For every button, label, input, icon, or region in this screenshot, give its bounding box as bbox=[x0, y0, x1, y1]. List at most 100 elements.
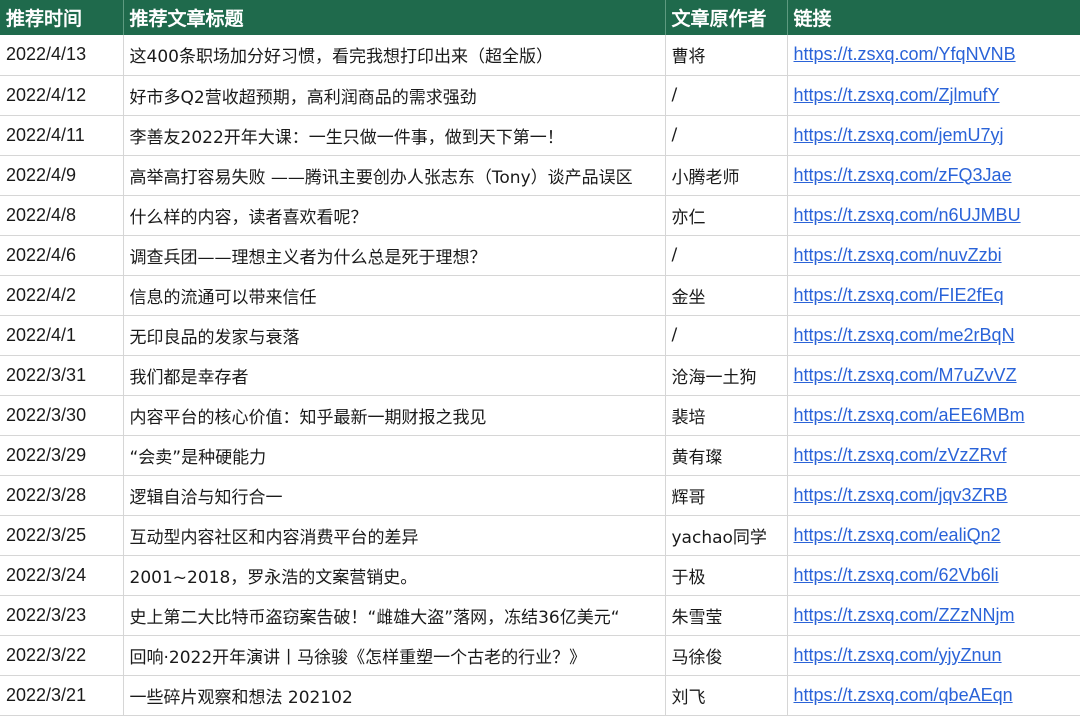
article-link[interactable]: https://t.zsxq.com/ZZzNNjm bbox=[794, 605, 1015, 625]
cell-link[interactable]: https://t.zsxq.com/M7uZvVZ bbox=[787, 355, 1080, 396]
article-link[interactable]: https://t.zsxq.com/jqv3ZRB bbox=[794, 485, 1008, 505]
cell-link[interactable]: https://t.zsxq.com/zFQ3Jae bbox=[787, 155, 1080, 196]
cell-author[interactable]: 沧海一土狗 bbox=[665, 355, 788, 396]
article-link[interactable]: https://t.zsxq.com/YfqNVNB bbox=[794, 44, 1016, 64]
cell-date[interactable]: 2022/3/25 bbox=[0, 515, 124, 556]
cell-link[interactable]: https://t.zsxq.com/FIE2fEq bbox=[787, 275, 1080, 316]
cell-title[interactable]: 2001~2018，罗永浩的文案营销史。 bbox=[123, 555, 666, 596]
cell-author[interactable]: / bbox=[665, 115, 788, 156]
cell-link[interactable]: https://t.zsxq.com/jemU7yj bbox=[787, 115, 1080, 156]
cell-title[interactable]: 互动型内容社区和内容消费平台的差异 bbox=[123, 515, 666, 556]
table-row: 2022/3/28 逻辑自洽与知行合一 辉哥 https://t.zsxq.com/j… bbox=[0, 475, 1080, 516]
table-row: 2022/3/30 内容平台的核心价值：知乎最新一期财报之我见 裴培 https://… bbox=[0, 395, 1080, 436]
cell-author[interactable]: 朱雪莹 bbox=[665, 595, 788, 636]
column-header-title[interactable]: 推荐文章标题 bbox=[123, 0, 666, 35]
cell-title[interactable]: 一些碎片观察和想法 202102 bbox=[123, 675, 666, 716]
cell-author[interactable]: / bbox=[665, 315, 788, 356]
table-row: 2022/4/12 好市多Q2营收超预期，高利润商品的需求强劲 / https://t… bbox=[0, 75, 1080, 116]
cell-link[interactable]: https://t.zsxq.com/ZjlmufY bbox=[787, 75, 1080, 116]
cell-date[interactable]: 2022/4/11 bbox=[0, 115, 124, 156]
cell-author[interactable]: 黄有璨 bbox=[665, 435, 788, 476]
cell-link[interactable]: https://t.zsxq.com/zVzZRvf bbox=[787, 435, 1080, 476]
cell-title[interactable]: 回响·2022开年演讲丨马徐骏《怎样重塑一个古老的行业？》 bbox=[123, 635, 666, 676]
cell-title[interactable]: 调查兵团——理想主义者为什么总是死于理想？ bbox=[123, 235, 666, 276]
column-header-link[interactable]: 链接 bbox=[787, 0, 1080, 35]
article-link[interactable]: https://t.zsxq.com/M7uZvVZ bbox=[794, 365, 1017, 385]
cell-link[interactable]: https://t.zsxq.com/n6UJMBU bbox=[787, 195, 1080, 236]
cell-date[interactable]: 2022/3/31 bbox=[0, 355, 124, 396]
cell-date[interactable]: 2022/3/21 bbox=[0, 675, 124, 716]
table-row: 2022/3/23 史上第二大比特币盗窃案告破！“雌雄大盗”落网，冻结36亿美元“… bbox=[0, 595, 1080, 636]
cell-date[interactable]: 2022/3/23 bbox=[0, 595, 124, 636]
cell-date[interactable]: 2022/3/24 bbox=[0, 555, 124, 596]
cell-date[interactable]: 2022/3/30 bbox=[0, 395, 124, 436]
cell-link[interactable]: https://t.zsxq.com/nuvZzbi bbox=[787, 235, 1080, 276]
cell-date[interactable]: 2022/3/29 bbox=[0, 435, 124, 476]
cell-author[interactable]: 裴培 bbox=[665, 395, 788, 436]
article-link[interactable]: https://t.zsxq.com/me2rBqN bbox=[794, 325, 1015, 345]
cell-title[interactable]: 史上第二大比特币盗窃案告破！“雌雄大盗”落网，冻结36亿美元“ bbox=[123, 595, 666, 636]
cell-date[interactable]: 2022/4/2 bbox=[0, 275, 124, 316]
cell-link[interactable]: https://t.zsxq.com/62Vb6li bbox=[787, 555, 1080, 596]
article-link[interactable]: https://t.zsxq.com/zVzZRvf bbox=[794, 445, 1007, 465]
cell-link[interactable]: https://t.zsxq.com/me2rBqN bbox=[787, 315, 1080, 356]
cell-link[interactable]: https://t.zsxq.com/ZZzNNjm bbox=[787, 595, 1080, 636]
cell-title[interactable]: 李善友2022开年大课：一生只做一件事，做到天下第一！ bbox=[123, 115, 666, 156]
cell-author[interactable]: 亦仁 bbox=[665, 195, 788, 236]
cell-title[interactable]: 逻辑自洽与知行合一 bbox=[123, 475, 666, 516]
cell-author[interactable]: 辉哥 bbox=[665, 475, 788, 516]
cell-date[interactable]: 2022/4/13 bbox=[0, 35, 124, 76]
cell-author[interactable]: / bbox=[665, 75, 788, 116]
cell-title[interactable]: 我们都是幸存者 bbox=[123, 355, 666, 396]
cell-author[interactable]: 马徐俊 bbox=[665, 635, 788, 676]
cell-link[interactable]: https://t.zsxq.com/qbeAEqn bbox=[787, 675, 1080, 716]
cell-title[interactable]: 内容平台的核心价值：知乎最新一期财报之我见 bbox=[123, 395, 666, 436]
article-link[interactable]: https://t.zsxq.com/zFQ3Jae bbox=[794, 165, 1012, 185]
article-link[interactable]: https://t.zsxq.com/n6UJMBU bbox=[794, 205, 1021, 225]
cell-link[interactable]: https://t.zsxq.com/YfqNVNB bbox=[787, 35, 1080, 76]
table-row: 2022/3/25 互动型内容社区和内容消费平台的差异 yachao同学 https:… bbox=[0, 515, 1080, 556]
cell-date[interactable]: 2022/3/22 bbox=[0, 635, 124, 676]
cell-date[interactable]: 2022/4/6 bbox=[0, 235, 124, 276]
cell-title[interactable]: 这400条职场加分好习惯，看完我想打印出来（超全版） bbox=[123, 35, 666, 76]
article-link[interactable]: https://t.zsxq.com/62Vb6li bbox=[794, 565, 999, 585]
article-link[interactable]: https://t.zsxq.com/qbeAEqn bbox=[794, 685, 1013, 705]
article-link[interactable]: https://t.zsxq.com/ZjlmufY bbox=[794, 85, 1000, 105]
cell-title[interactable]: “会卖”是种硬能力 bbox=[123, 435, 666, 476]
cell-author[interactable]: 金坐 bbox=[665, 275, 788, 316]
cell-title[interactable]: 什么样的内容，读者喜欢看呢？ bbox=[123, 195, 666, 236]
cell-date[interactable]: 2022/4/9 bbox=[0, 155, 124, 196]
cell-title[interactable]: 高举高打容易失败 ——腾讯主要创办人张志东（Tony）谈产品误区 bbox=[123, 155, 666, 196]
table-row: 2022/3/31 我们都是幸存者 沧海一土狗 https://t.zsxq.com/… bbox=[0, 355, 1080, 396]
cell-author[interactable]: 小腾老师 bbox=[665, 155, 788, 196]
cell-author[interactable]: 于极 bbox=[665, 555, 788, 596]
cell-link[interactable]: https://t.zsxq.com/jqv3ZRB bbox=[787, 475, 1080, 516]
column-header-date[interactable]: 推荐时间 bbox=[0, 0, 124, 35]
article-link[interactable]: https://t.zsxq.com/FIE2fEq bbox=[794, 285, 1004, 305]
column-header-author[interactable]: 文章原作者 bbox=[665, 0, 788, 35]
cell-link[interactable]: https://t.zsxq.com/ealiQn2 bbox=[787, 515, 1080, 556]
article-link[interactable]: https://t.zsxq.com/ealiQn2 bbox=[794, 525, 1001, 545]
cell-title[interactable]: 信息的流通可以带来信任 bbox=[123, 275, 666, 316]
table-row: 2022/4/1 无印良品的发家与衰落 / https://t.zsxq.com/me… bbox=[0, 315, 1080, 356]
cell-author[interactable]: 刘飞 bbox=[665, 675, 788, 716]
article-link[interactable]: https://t.zsxq.com/jemU7yj bbox=[794, 125, 1004, 145]
table-row: 2022/3/24 2001~2018，罗永浩的文案营销史。 于极 https://t… bbox=[0, 555, 1080, 596]
cell-title[interactable]: 无印良品的发家与衰落 bbox=[123, 315, 666, 356]
article-link[interactable]: https://t.zsxq.com/aEE6MBm bbox=[794, 405, 1025, 425]
table-row: 2022/4/8 什么样的内容，读者喜欢看呢？ 亦仁 https://t.zsxq.c… bbox=[0, 195, 1080, 236]
cell-link[interactable]: https://t.zsxq.com/aEE6MBm bbox=[787, 395, 1080, 436]
table-row: 2022/4/6 调查兵团——理想主义者为什么总是死于理想？ / https://t.… bbox=[0, 235, 1080, 276]
cell-author[interactable]: 曹将 bbox=[665, 35, 788, 76]
cell-author[interactable]: / bbox=[665, 235, 788, 276]
cell-title[interactable]: 好市多Q2营收超预期，高利润商品的需求强劲 bbox=[123, 75, 666, 116]
cell-author[interactable]: yachao同学 bbox=[665, 515, 788, 556]
article-link[interactable]: https://t.zsxq.com/nuvZzbi bbox=[794, 245, 1002, 265]
cell-date[interactable]: 2022/4/8 bbox=[0, 195, 124, 236]
cell-date[interactable]: 2022/4/12 bbox=[0, 75, 124, 116]
cell-date[interactable]: 2022/3/28 bbox=[0, 475, 124, 516]
table-row: 2022/3/21 一些碎片观察和想法 202102 刘飞 https://t.zsx… bbox=[0, 675, 1080, 716]
article-link[interactable]: https://t.zsxq.com/yjyZnun bbox=[794, 645, 1002, 665]
cell-link[interactable]: https://t.zsxq.com/yjyZnun bbox=[787, 635, 1080, 676]
cell-date[interactable]: 2022/4/1 bbox=[0, 315, 124, 356]
